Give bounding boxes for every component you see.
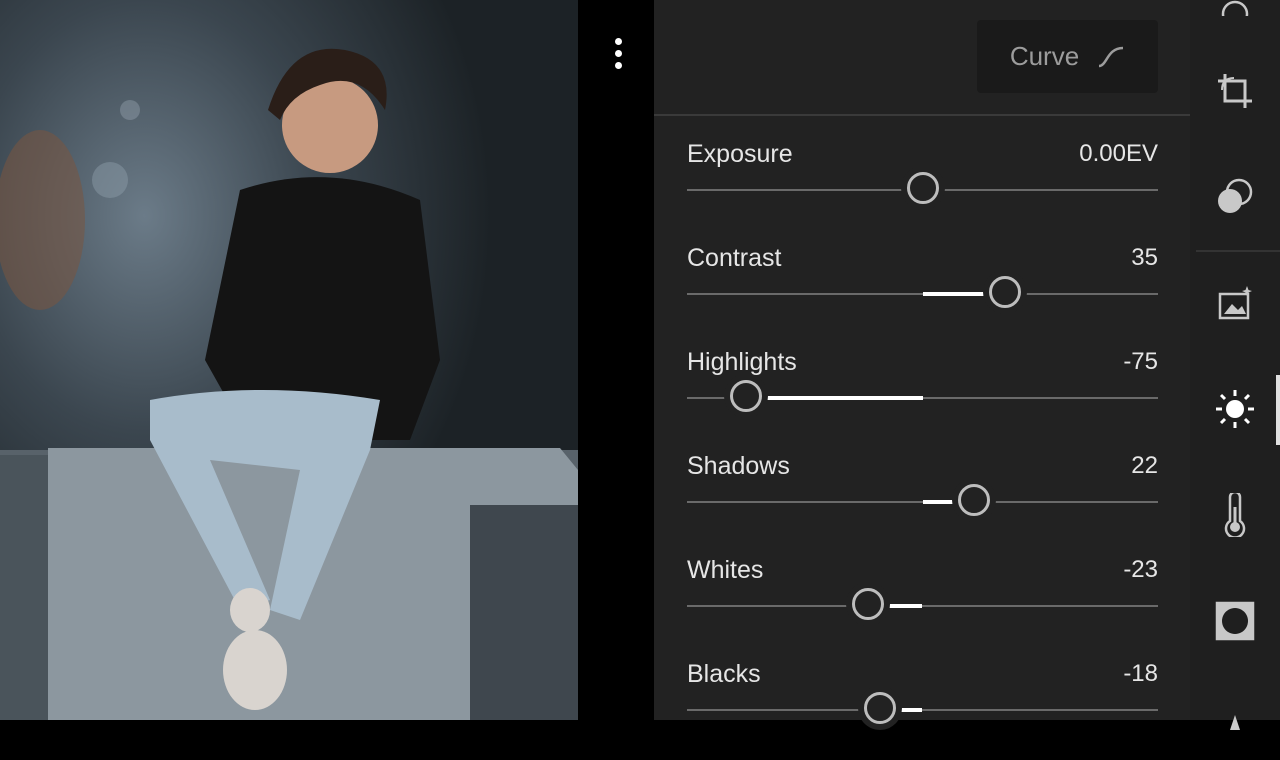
shadows-value[interactable]: 22 bbox=[1131, 452, 1158, 480]
crop-icon[interactable] bbox=[1210, 66, 1260, 116]
highlights-thumb[interactable] bbox=[729, 380, 762, 412]
slider-row-shadows: Shadows 22 bbox=[687, 452, 1158, 552]
vignette-icon[interactable] bbox=[1210, 596, 1260, 646]
contrast-slider[interactable] bbox=[687, 276, 1158, 308]
panel-gutter bbox=[578, 0, 654, 720]
blacks-track bbox=[687, 709, 1158, 711]
presets-icon[interactable] bbox=[1210, 0, 1260, 25]
contrast-thumb[interactable] bbox=[988, 276, 1021, 308]
shadows-label: Shadows bbox=[687, 452, 790, 480]
blacks-thumb[interactable] bbox=[864, 692, 897, 724]
slider-row-contrast: Contrast 35 bbox=[687, 244, 1158, 344]
whites-value[interactable]: -23 bbox=[1123, 556, 1158, 584]
active-tool-indicator bbox=[1276, 375, 1280, 445]
curve-icon bbox=[1098, 46, 1124, 67]
shadows-slider[interactable] bbox=[687, 484, 1158, 516]
curve-label: Curve bbox=[1009, 41, 1080, 71]
highlights-slider[interactable] bbox=[687, 380, 1158, 412]
light-icon[interactable] bbox=[1210, 384, 1260, 434]
highlights-value[interactable]: -75 bbox=[1123, 348, 1158, 376]
slider-row-whites: Whites -23 bbox=[687, 556, 1158, 656]
whites-label: Whites bbox=[687, 556, 764, 584]
photo-canvas[interactable] bbox=[0, 0, 578, 720]
more-tools-icon[interactable] bbox=[1210, 695, 1260, 745]
slider-row-blacks: Blacks -18 bbox=[687, 660, 1158, 760]
curve-button[interactable]: Curve bbox=[977, 20, 1158, 93]
blacks-label: Blacks bbox=[687, 660, 761, 688]
whites-slider[interactable] bbox=[687, 588, 1158, 620]
blacks-slider[interactable] bbox=[687, 692, 1158, 724]
color-temp-icon[interactable] bbox=[1210, 490, 1260, 540]
exposure-thumb[interactable] bbox=[906, 172, 939, 204]
panel-header: Curve bbox=[654, 0, 1190, 116]
blacks-value[interactable]: -18 bbox=[1123, 660, 1158, 688]
exposure-label: Exposure bbox=[687, 140, 793, 168]
whites-thumb[interactable] bbox=[852, 588, 885, 620]
exposure-slider[interactable] bbox=[687, 172, 1158, 204]
auto-enhance-icon[interactable] bbox=[1210, 278, 1260, 328]
contrast-value[interactable]: 35 bbox=[1131, 244, 1158, 272]
edit-toolbar bbox=[1190, 0, 1280, 730]
contrast-label: Contrast bbox=[687, 244, 782, 272]
slider-row-highlights: Highlights -75 bbox=[687, 348, 1158, 448]
more-options-button[interactable] bbox=[606, 38, 630, 78]
light-panel: Curve Exposure 0.00EV Contrast 35 Highlights… bbox=[654, 0, 1190, 724]
highlights-label: Highlights bbox=[687, 348, 797, 376]
shadows-thumb[interactable] bbox=[958, 484, 991, 516]
exposure-value[interactable]: 0.00EV bbox=[1079, 140, 1158, 168]
mask-icon[interactable] bbox=[1210, 172, 1260, 222]
portrait-photo bbox=[0, 0, 578, 720]
toolbar-divider bbox=[1196, 250, 1280, 252]
whites-track bbox=[687, 605, 1158, 607]
highlights-fill bbox=[745, 396, 923, 400]
slider-row-exposure: Exposure 0.00EV bbox=[687, 140, 1158, 240]
